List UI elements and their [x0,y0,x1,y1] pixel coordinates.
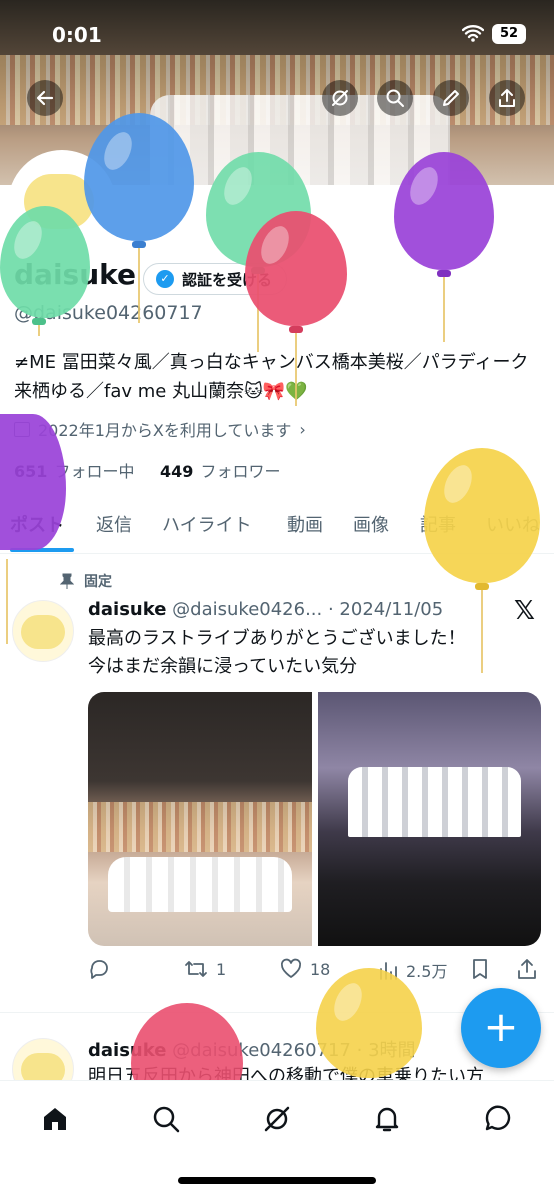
tab-articles[interactable]: 記事 [420,511,456,537]
reply-button[interactable] [88,958,110,980]
pin-icon [60,573,74,589]
profile-handle: @daisuke04260717 [14,302,203,324]
status-time: 0:01 [52,23,102,47]
profile-avatar[interactable] [8,150,116,258]
calendar-icon [14,421,30,437]
image-crowd [88,802,312,852]
tweet-text: 最高のラストライブありがとうございました！ 今はまだ余韻に浸っていたい気分 [88,625,528,681]
verified-badge-icon: ✓ [156,270,174,288]
status-bar: 0:01 52 [0,0,554,70]
nav-grok[interactable] [257,1099,297,1139]
tab-posts[interactable]: ポスト [10,511,64,537]
tweet-text-line: 今はまだ余韻に浸っていたい気分 [88,656,358,677]
search-icon [386,89,404,107]
like-count: 18 [310,959,331,979]
get-verified-button[interactable]: ✓ 認証を受ける [143,263,288,295]
tweet-time: · 3時間 [356,1040,416,1061]
wifi-icon [461,24,485,47]
share-icon [499,89,515,107]
tweet-share-button[interactable] [516,958,538,980]
tweet-image-2[interactable] [318,692,541,946]
joined-date-row[interactable]: 2022年1月からXを利用しています › [14,417,306,441]
tweet-author-handle: @daisuke0426... [172,599,323,620]
tweet-author-name[interactable]: daisuke [88,1040,166,1061]
joined-date: 2022年1月からXを利用しています [38,421,292,440]
tab-videos[interactable]: 動画 [287,511,323,537]
tweet-author-handle: @daisuke04260717 [172,1040,351,1061]
bookmark-button[interactable] [470,958,490,980]
views-count: 2.5万 [406,962,448,981]
back-button[interactable] [27,80,63,116]
like-button[interactable]: 18 [280,958,330,980]
edit-icon [443,90,459,106]
tweet-text-line: 最高のラストライブありがとうございました！ [88,628,466,649]
retweet-count: 1 [216,959,227,979]
tweet-actions: 1 18 2.5万 [88,958,540,984]
x-logo-icon[interactable]: 𝕏 [514,596,535,626]
tweet-header: daisuke @daisuke04260717 · 3時間 [88,1036,416,1062]
tweet-avatar[interactable] [12,600,74,662]
messages-icon [485,1105,511,1131]
retweet-button[interactable]: 1 [184,958,226,980]
bookmark-icon [473,959,487,979]
follow-stats: 651 フォロー中 449 フォロワー [14,458,280,482]
image-performers [108,857,292,912]
compose-button[interactable]: + [461,988,541,1068]
grok-icon [332,90,348,106]
search-button[interactable] [377,80,413,116]
profile-name: daisuke [14,258,136,291]
followers-link[interactable]: 449 フォロワー [160,462,281,481]
tab-replies[interactable]: 返信 [96,511,132,537]
edit-button[interactable] [433,80,469,116]
nav-messages[interactable] [478,1099,518,1139]
search-icon [153,1106,180,1133]
notifications-icon [375,1107,399,1132]
tweet-date: · 2024/11/05 [327,599,444,620]
grok-button[interactable] [322,80,358,116]
nav-notifications[interactable] [367,1099,407,1139]
views-button[interactable]: 2.5万 [378,958,447,982]
profile-tabs: ポスト 返信 ハイライト 動画 画像 記事 いいね [0,503,554,554]
nav-search[interactable] [146,1099,186,1139]
like-icon [280,958,302,978]
tab-photos[interactable]: 画像 [353,511,389,537]
profile-bio: ≠ME 冨田菜々風／真っ白なキャンバス橋本美桜／パラディーク来栖ゆる／fav m… [14,352,529,402]
tab-likes[interactable]: いいね [486,511,540,537]
share-icon [518,959,536,979]
active-tab-indicator [10,548,74,552]
pinned-label: 固定 [84,574,112,590]
home-indicator [178,1177,376,1184]
share-button[interactable] [489,80,525,116]
views-icon [380,962,397,980]
grok-icon [264,1106,290,1132]
tweet-image-1[interactable] [88,692,312,946]
nav-home[interactable] [35,1099,75,1139]
avatar-character [21,615,65,649]
tweet-author-name[interactable]: daisuke [88,599,166,620]
back-arrow-icon [36,90,54,106]
battery-indicator: 52 [492,24,526,44]
following-link[interactable]: 651 フォロー中 [14,462,135,481]
get-verified-label: 認証を受ける [182,270,273,289]
reply-icon [90,960,108,979]
chevron-right-icon: › [299,419,306,439]
avatar-character [24,174,94,229]
pinned-label-row: 固定 [60,571,112,591]
tweet-header: daisuke @daisuke0426... · 2024/11/05 [88,599,443,620]
tab-highlights[interactable]: ハイライト [162,511,252,537]
image-performers [348,767,521,837]
home-icon [44,1108,66,1130]
retweet-icon [185,961,207,977]
